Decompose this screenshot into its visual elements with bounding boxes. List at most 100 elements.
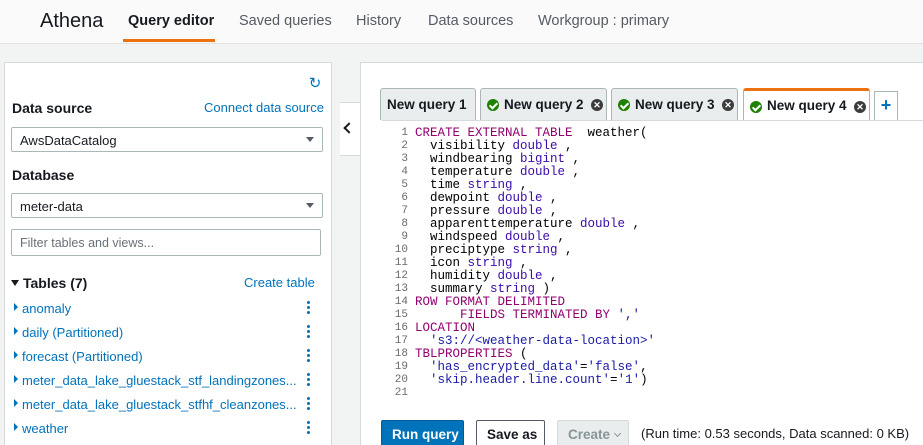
table-item-forecast[interactable]: forecast (Partitioned) [5,345,331,369]
table-name: meter_data_lake_gluestack_stf_landingzon… [22,373,297,388]
chevron-down-icon [306,203,314,208]
tab-new-query-1[interactable]: New query 1 [380,88,476,120]
line-number: 6 [401,192,408,204]
chevron-left-icon [343,122,355,134]
data-source-title: Data source [12,100,93,116]
nav-saved-queries[interactable]: Saved queries [239,13,332,29]
table-item-anomaly[interactable]: anomaly [5,297,331,321]
more-options-icon[interactable] [304,421,312,435]
success-check-icon [487,99,499,111]
caret-right-icon [14,327,18,335]
code-token: , [542,191,558,205]
line-number: 15 [394,309,408,321]
code-token: CREATE EXTERNAL TABLE [415,126,573,140]
caret-right-icon [14,375,18,383]
collapse-panel-button[interactable] [340,102,362,156]
code-line: 'skip.header.line.count'='1') [415,374,655,387]
line-number: 14 [394,296,408,308]
code-token: string [512,243,558,257]
code-token: '1' [617,373,641,387]
data-source-select[interactable]: AwsDataCatalog [11,127,323,152]
run-query-button[interactable]: Run query [381,420,464,445]
code-token: humidity [415,269,498,283]
line-number: 21 [394,387,408,399]
line-number: 3 [401,153,408,165]
tables-section-toggle[interactable]: Tables (7) [11,275,87,291]
nav-workgroup[interactable]: Workgroup : primary [538,13,669,29]
code-token: temperature [415,165,521,179]
line-number: 4 [401,166,408,178]
nav-history[interactable]: History [356,13,401,29]
code-token: = [610,373,618,387]
line-number: 18 [394,348,408,360]
more-options-icon[interactable] [304,325,312,339]
code-token: = [580,360,588,374]
nav-query-editor[interactable]: Query editor [128,13,214,29]
caret-right-icon [14,351,18,359]
code-token: FIELDS TERMINATED BY [415,308,618,322]
tab-label: New query 1 [387,97,467,112]
code-token: double [512,139,558,153]
more-options-icon[interactable] [304,373,312,387]
table-item-landingzone[interactable]: meter_data_lake_gluestack_stf_landingzon… [5,369,331,393]
tab-new-query-4[interactable]: New query 4 ✕ [743,88,870,121]
more-options-icon[interactable] [304,349,312,363]
code-token: ) [640,373,648,387]
line-number-gutter: 1 2 3 4 5 6 7 8 9 10 11 12 13 14 15 16 17 18 19 20 21 [382,127,410,400]
close-icon[interactable]: ✕ [722,99,734,111]
code-token: double [505,230,551,244]
database-select[interactable]: meter-data [11,193,323,218]
code-token: string [490,282,536,296]
data-source-panel: ↻ Data source Connect data source AwsDat… [4,62,332,445]
line-number: 5 [401,179,408,191]
code-token: LOCATION [415,321,476,335]
close-icon[interactable]: ✕ [854,101,866,113]
code-token: pressure [415,204,498,218]
code-token: 'has_encrypted_data' [415,360,581,374]
code-lines: CREATE EXTERNAL TABLE weather( visibilit… [415,127,655,400]
code-token: , [550,230,566,244]
refresh-icon[interactable]: ↻ [307,76,323,92]
chevron-down-icon [613,429,622,438]
table-name: weather [22,421,69,436]
table-item-daily[interactable]: daily (Partitioned) [5,321,331,345]
line-number: 16 [394,322,408,334]
filter-tables-input[interactable] [11,229,321,256]
code-token: ( [512,347,528,361]
close-icon[interactable]: ✕ [591,99,603,111]
caret-down-icon [11,280,19,286]
code-token: , [557,243,573,257]
code-token: summary [415,282,491,296]
more-options-icon[interactable] [304,301,312,315]
more-options-icon[interactable] [304,397,312,411]
sql-editor[interactable]: 1 2 3 4 5 6 7 8 9 10 11 12 13 14 15 16 17 18 19 20 21 CREATE… [382,120,923,402]
caret-right-icon [14,423,18,431]
code-token: double [520,165,566,179]
tab-new-query-2[interactable]: New query 2 ✕ [480,88,607,120]
code-token: , [542,204,558,218]
create-table-link[interactable]: Create table [244,275,315,290]
code-token: apparenttemperature [415,217,581,231]
code-token: , [625,217,641,231]
code-token: , [640,360,648,374]
tab-label: New query 3 [635,97,715,112]
save-as-button[interactable]: Save as [476,420,545,445]
brand-title: Athena [40,10,104,32]
tab-label: New query 4 [767,98,847,113]
code-token: 's3://<weather-data-location>' [415,334,656,348]
code-token: , [512,178,528,192]
code-token: windspeed [415,230,506,244]
table-name: meter_data_lake_gluestack_stfhf_cleanzon… [22,397,297,412]
table-item-cleanzone[interactable]: meter_data_lake_gluestack_stfhf_cleanzon… [5,393,331,417]
add-tab-button[interactable]: + [874,91,898,120]
tab-new-query-3[interactable]: New query 3 ✕ [611,88,738,120]
nav-data-sources[interactable]: Data sources [428,13,513,29]
active-nav-indicator [123,39,215,42]
table-item-weather[interactable]: weather [5,417,331,441]
line-number: 11 [394,257,408,269]
create-dropdown-button[interactable]: Create [557,420,629,445]
create-label: Create [568,427,611,442]
code-token: icon [415,256,468,270]
connect-data-source-link[interactable]: Connect data source [204,100,324,115]
